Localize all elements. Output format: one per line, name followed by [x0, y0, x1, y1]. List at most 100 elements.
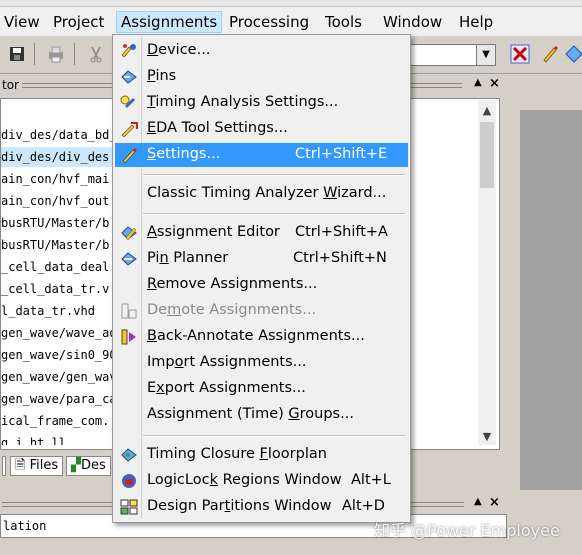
file-item[interactable]: gen_wave/sin0_90: [1, 345, 117, 365]
file-item[interactable]: _cell_data_tr.v: [1, 279, 109, 299]
file-item[interactable]: gen_wave/para_ca: [1, 389, 117, 409]
menu-label-logiclock: LogicLock Regions Window: [147, 472, 342, 488]
file-item[interactable]: busRTU/Master/b: [1, 213, 109, 233]
menu-item-logiclock-regions[interactable]: LogicLock Regions Window Alt+L: [115, 469, 408, 493]
menu-item-design-partitions[interactable]: Design Partitions Window Alt+D: [115, 495, 408, 519]
menu-shortcut-assignment-editor: Ctrl+Shift+A: [295, 224, 388, 240]
menu-item-pins[interactable]: Pins: [115, 65, 408, 89]
assignments-menu: Device... Pins Timing Analysis Settings.…: [112, 34, 411, 523]
bottom-pin-icon[interactable]: ▲: [474, 496, 482, 507]
menu-item-timing-analysis-settings[interactable]: Timing Analysis Settings...: [115, 91, 408, 115]
pin-planner-icon: [121, 252, 137, 266]
file-item[interactable]: ical_frame_com.: [1, 411, 109, 431]
pencil-icon[interactable]: [540, 44, 560, 64]
floorplan-icon: [121, 448, 137, 462]
file-item[interactable]: gen_wave/wave_ad: [1, 323, 117, 343]
demote-icon: [121, 303, 137, 319]
file-item[interactable]: g i ht ll: [1, 433, 66, 445]
toolbar-combo[interactable]: ▼: [410, 44, 496, 66]
eda-icon: [121, 122, 138, 138]
vertical-scrollbar[interactable]: ▲ ▼: [478, 100, 496, 445]
bottom-close-icon[interactable]: ×: [489, 495, 500, 510]
tab-design-units[interactable]: ▞Des: [66, 456, 111, 476]
diamond-icon[interactable]: [564, 44, 582, 64]
files-tab-icon: 🗎: [15, 458, 26, 473]
menu-bar: View Project Assignments Processing Tool…: [0, 7, 582, 36]
toolbar-divider: [34, 43, 35, 65]
menu-separator: [143, 213, 405, 215]
menu-label-time-groups: Assignment (Time) Groups...: [147, 406, 354, 422]
menu-help[interactable]: Help: [459, 12, 493, 32]
menu-shortcut-pin-planner: Ctrl+Shift+N: [293, 250, 387, 266]
scroll-up-icon[interactable]: ▲: [478, 102, 496, 120]
menu-label-pins: Pins: [147, 68, 177, 84]
menu-item-settings[interactable]: Settings... Ctrl+Shift+E: [115, 143, 408, 167]
menu-tools[interactable]: Tools: [325, 12, 362, 32]
menu-item-assignment-editor[interactable]: Assignment Editor Ctrl+Shift+A: [115, 221, 408, 245]
panel-close-icon[interactable]: ×: [489, 76, 500, 91]
file-item[interactable]: busRTU/Master/b: [1, 235, 109, 255]
menu-item-assignment-time-groups[interactable]: Assignment (Time) Groups...: [115, 403, 408, 427]
logiclock-icon: [122, 474, 136, 488]
menu-item-remove-assignments[interactable]: Remove Assignments...: [115, 273, 408, 297]
menu-label-timing: Timing Analysis Settings...: [147, 94, 339, 110]
panel-pin-icon[interactable]: ▲: [474, 77, 482, 88]
menu-label-wizard: Classic Timing Analyzer Wizard...: [147, 185, 387, 201]
menu-item-export-assignments[interactable]: Export Assignments...: [115, 377, 408, 401]
menu-label-eda: EDA Tool Settings...: [147, 120, 288, 136]
menu-item-demote-assignments[interactable]: Demote Assignments...: [115, 299, 408, 323]
menu-item-eda-tool-settings[interactable]: EDA Tool Settings...: [115, 117, 408, 141]
menu-shortcut-logiclock: Alt+L: [351, 472, 391, 488]
partitions-icon: [120, 499, 138, 515]
cut-icon[interactable]: [86, 44, 106, 64]
scroll-thumb[interactable]: [480, 122, 494, 188]
chevron-down-icon[interactable]: ▼: [476, 45, 495, 65]
print-icon[interactable]: [46, 44, 66, 64]
save-all-icon[interactable]: [8, 44, 28, 64]
menu-separator: [143, 174, 405, 176]
menu-label-pin-planner: Pin Planner: [147, 250, 229, 266]
back-annotate-icon: [121, 329, 136, 345]
menu-project[interactable]: Project: [53, 12, 104, 32]
menu-item-timing-closure-floorplan[interactable]: Timing Closure Floorplan: [115, 443, 408, 467]
pencil-icon: [122, 148, 137, 164]
toolbar-divider: [74, 43, 75, 65]
menu-label-partitions: Design Partitions Window: [147, 498, 332, 514]
file-item[interactable]: div_des/data_bd_: [1, 125, 117, 145]
scroll-down-icon[interactable]: ▼: [478, 428, 496, 446]
menu-view[interactable]: View: [4, 12, 40, 32]
menu-label-device: Device...: [147, 42, 211, 58]
menu-processing[interactable]: Processing: [229, 12, 309, 32]
menu-window[interactable]: Window: [383, 12, 442, 32]
menu-assignments[interactable]: Assignments: [116, 11, 223, 33]
file-item[interactable]: gen_wave/gen_wav: [1, 367, 117, 387]
workspace-background: [520, 110, 582, 490]
tab-files[interactable]: 🗎 Files: [10, 456, 64, 476]
file-item[interactable]: _cell_data_deal: [1, 257, 109, 277]
menu-label-remove: Remove Assignments...: [147, 276, 318, 292]
assignment-editor-icon: [121, 226, 137, 241]
menu-item-pin-planner[interactable]: Pin Planner Ctrl+Shift+N: [115, 247, 408, 271]
pins-icon: [121, 70, 137, 84]
menu-item-device[interactable]: Device...: [115, 39, 408, 63]
stop-icon[interactable]: [510, 44, 530, 64]
tab-edge: [2, 456, 6, 476]
menu-label-assignment-editor: Assignment Editor: [147, 224, 280, 240]
device-icon: [121, 44, 136, 58]
menu-item-import-assignments[interactable]: Import Assignments...: [115, 351, 408, 375]
file-item[interactable]: l_data_tr.vhd: [1, 301, 95, 321]
title-bar-strip: [0, 0, 582, 7]
panel-title: tor: [2, 78, 19, 92]
menu-shortcut-partitions: Alt+D: [342, 498, 385, 514]
file-item[interactable]: ain_con/hvf_out: [1, 191, 109, 211]
tab-files-label: Files: [29, 458, 59, 473]
menu-item-back-annotate[interactable]: Back-Annotate Assignments...: [115, 325, 408, 349]
menu-label-floorplan: Timing Closure Floorplan: [147, 446, 327, 462]
menu-label-settings: Settings...: [147, 146, 221, 162]
file-item[interactable]: div_des/div_des.: [1, 147, 117, 167]
tab-des-label: Des: [81, 458, 106, 473]
menu-label-back-annotate: Back-Annotate Assignments...: [147, 328, 365, 344]
menu-shortcut-settings: Ctrl+Shift+E: [295, 146, 388, 162]
file-item[interactable]: ain_con/hvf_mai: [1, 169, 109, 189]
menu-item-classic-timing-wizard[interactable]: Classic Timing Analyzer Wizard...: [115, 182, 408, 206]
